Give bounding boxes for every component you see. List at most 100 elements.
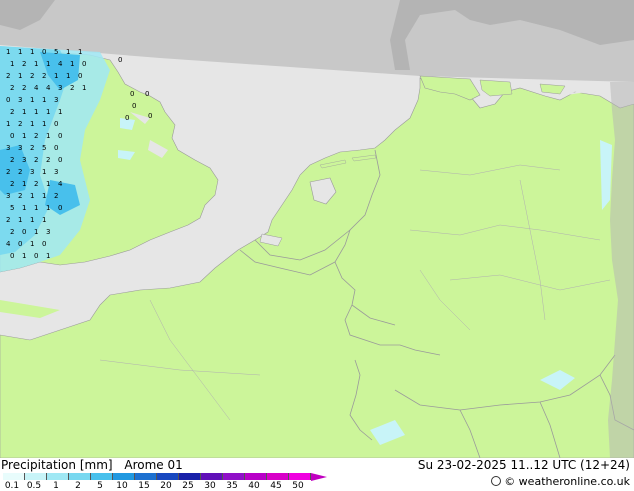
precip-value: 0 <box>42 240 46 248</box>
scale-swatch <box>201 473 223 480</box>
precip-value: 2 <box>42 72 46 80</box>
precip-value: 1 <box>46 132 50 140</box>
precip-value: 2 <box>30 144 34 152</box>
scale-swatch <box>179 473 201 480</box>
precip-value: 1 <box>22 108 26 116</box>
weather-map: 1110511121141021221102244321031132111112… <box>0 0 634 458</box>
precip-value: 1 <box>70 60 74 68</box>
precip-value: 2 <box>54 192 58 200</box>
precip-value: 0 <box>118 56 122 64</box>
precip-value: 1 <box>42 120 46 128</box>
precip-value: 3 <box>22 156 26 164</box>
precip-value: 4 <box>58 180 63 188</box>
precip-value: 0 <box>148 112 152 120</box>
precip-value: 0 <box>58 156 62 164</box>
precip-value: 3 <box>58 84 62 92</box>
precip-value: 5 <box>54 48 58 56</box>
color-scale-arrow <box>311 473 327 481</box>
precip-value: 2 <box>6 216 10 224</box>
precip-value: 5 <box>42 144 46 152</box>
precip-value: 2 <box>10 228 14 236</box>
precip-value: 1 <box>66 48 70 56</box>
precip-value: 2 <box>18 192 22 200</box>
precip-value: 2 <box>10 84 14 92</box>
precip-value: 1 <box>30 48 34 56</box>
precip-value: 4 <box>6 240 11 248</box>
scale-swatch <box>289 473 311 480</box>
precip-value: 1 <box>30 120 34 128</box>
scale-swatch <box>267 473 289 480</box>
precip-value: 1 <box>10 60 14 68</box>
precip-value: 1 <box>18 72 22 80</box>
legend-title: Precipitation [mm] <box>1 458 113 472</box>
scale-swatch <box>223 473 245 480</box>
scale-swatch <box>245 473 267 480</box>
precip-value: 2 <box>30 72 34 80</box>
precip-value: 1 <box>18 216 22 224</box>
precip-value: 0 <box>132 102 136 110</box>
precip-value: 0 <box>10 132 14 140</box>
precip-value: 2 <box>34 156 38 164</box>
precip-value: 2 <box>22 84 26 92</box>
precip-value: 2 <box>34 180 38 188</box>
legend-title-row: Precipitation [mm] Arome 01 <box>1 458 183 472</box>
credit-text: © weatheronline.co.uk <box>504 475 630 488</box>
precip-value: 1 <box>54 72 58 80</box>
precip-value: 1 <box>58 108 62 116</box>
credit-link[interactable]: © weatheronline.co.uk <box>491 475 630 488</box>
scale-swatch <box>69 473 91 480</box>
precip-value: 1 <box>42 168 46 176</box>
precip-value: 1 <box>6 48 10 56</box>
precip-value: 2 <box>10 180 14 188</box>
precip-value: 1 <box>22 252 26 260</box>
precip-value: 0 <box>58 132 62 140</box>
precip-value: 1 <box>46 204 50 212</box>
precip-value: 0 <box>54 120 58 128</box>
precip-value: 4 <box>34 84 39 92</box>
precip-value: 0 <box>10 252 14 260</box>
precip-value: 0 <box>145 90 149 98</box>
precip-value: 2 <box>10 108 14 116</box>
precip-value: 1 <box>30 240 34 248</box>
precip-value: 2 <box>70 84 74 92</box>
forecast-datetime: Su 23-02-2025 11..12 UTC (12+24) <box>417 458 630 472</box>
precip-value: 3 <box>18 96 22 104</box>
scale-swatch <box>113 473 135 480</box>
precip-value: 1 <box>34 228 38 236</box>
precip-value: 0 <box>34 252 38 260</box>
precip-value: 3 <box>54 96 58 104</box>
precip-value: 2 <box>18 168 22 176</box>
precip-value: 1 <box>42 96 46 104</box>
precip-value: 1 <box>30 216 34 224</box>
precip-value: 2 <box>10 156 14 164</box>
precip-value: 5 <box>10 204 14 212</box>
precip-value: 3 <box>30 168 34 176</box>
precip-value: 3 <box>18 144 22 152</box>
precip-value: 1 <box>42 192 46 200</box>
precip-value: 1 <box>78 48 82 56</box>
precip-value: 3 <box>6 192 10 200</box>
scale-swatch <box>157 473 179 480</box>
precip-value: 0 <box>42 48 46 56</box>
scale-swatch <box>47 473 69 480</box>
map-canvas: 1 1 1 0 5 1 11 2 1 1 4 1 02 1 2 2 1 1 02 2 4 4 3 2 10 3 1 1 32 1 1 1 11 2… <box>0 0 634 458</box>
precip-value: 2 <box>34 132 38 140</box>
precip-value: 3 <box>6 144 10 152</box>
precip-value: 1 <box>46 108 50 116</box>
precip-value: 1 <box>82 84 86 92</box>
precip-value: 0 <box>125 114 129 122</box>
precip-value: 1 <box>22 204 26 212</box>
scale-swatch <box>25 473 47 480</box>
precip-value: 4 <box>46 84 51 92</box>
precip-value: 3 <box>46 228 50 236</box>
color-scale-bar <box>3 473 311 480</box>
precip-value: 1 <box>30 192 34 200</box>
precip-value: 2 <box>18 120 22 128</box>
precip-value: 1 <box>18 48 22 56</box>
precip-value: 4 <box>58 60 63 68</box>
copyright-icon <box>491 476 502 486</box>
precip-value: 1 <box>46 60 50 68</box>
precip-value: 1 <box>30 96 34 104</box>
precip-value: 1 <box>46 180 50 188</box>
precip-value: 2 <box>46 156 50 164</box>
